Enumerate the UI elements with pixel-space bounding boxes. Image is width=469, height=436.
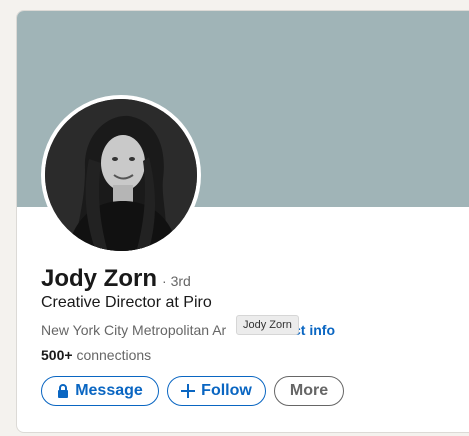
profile-location: New York City Metropolitan Ar xyxy=(41,322,227,338)
more-button[interactable]: More xyxy=(274,376,344,406)
name-row: Jody Zorn · 3rd xyxy=(41,265,191,293)
profile-card: Jody Zorn · 3rd Creative Director at Pir… xyxy=(16,10,469,433)
follow-button-label: Follow xyxy=(201,382,252,399)
connections-count[interactable]: 500+ connections xyxy=(41,347,151,363)
message-button-label: Message xyxy=(75,382,143,399)
plus-icon xyxy=(181,384,196,398)
profile-name: Jody Zorn xyxy=(41,265,158,292)
connections-label: connections xyxy=(76,347,152,363)
connections-number: 500+ xyxy=(41,347,73,363)
avatar xyxy=(45,99,197,251)
profile-photo[interactable] xyxy=(41,95,201,255)
profile-headline: Creative Director at Piro xyxy=(41,294,212,311)
contact-info-link[interactable]: ct info xyxy=(293,322,335,338)
connection-degree: · 3rd xyxy=(162,273,191,289)
more-button-label: More xyxy=(289,382,329,399)
lock-icon xyxy=(57,384,69,398)
name-tooltip: Jody Zorn xyxy=(236,315,299,335)
follow-button[interactable]: Follow xyxy=(167,376,266,406)
message-button[interactable]: Message xyxy=(41,376,159,406)
avatar-portrait-image xyxy=(45,99,197,251)
